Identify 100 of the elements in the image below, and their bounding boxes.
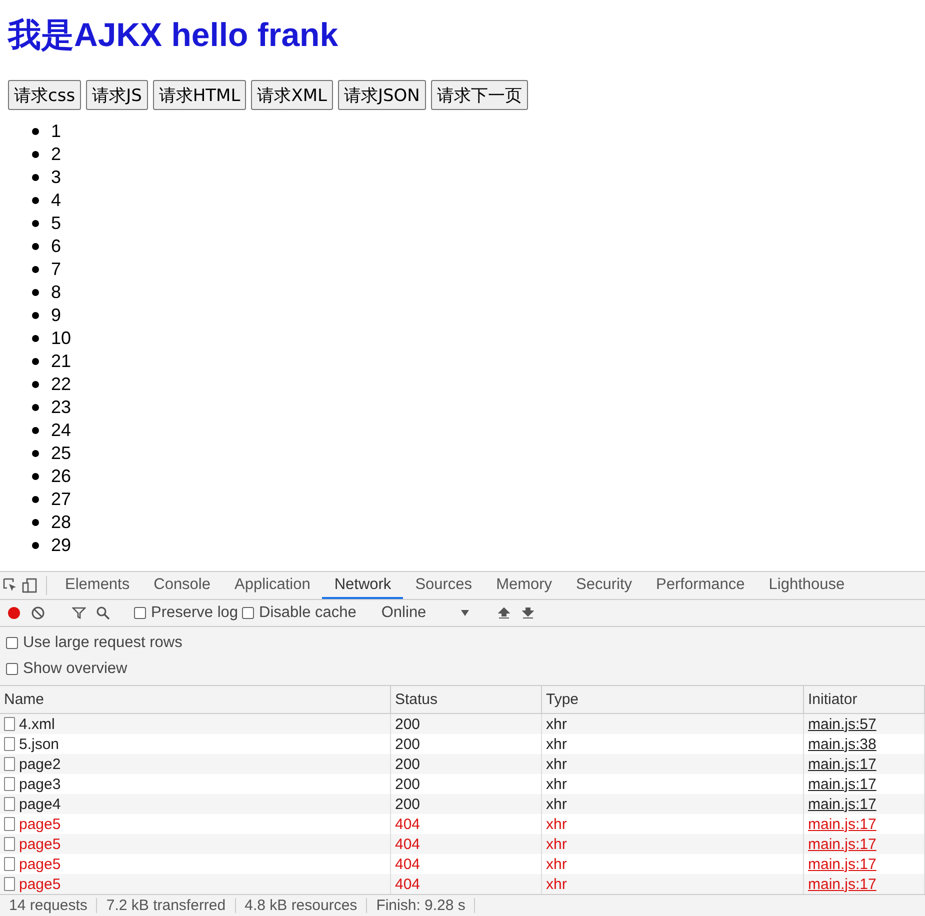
file-icon (4, 797, 15, 811)
status-code: 200 (395, 776, 420, 792)
status-summary: 7.2 kB transferred (97, 898, 236, 913)
initiator-link[interactable]: main.js:57 (808, 716, 876, 732)
column-header[interactable]: Initiator (804, 686, 925, 713)
bullet-icon (32, 289, 39, 296)
status-code: 200 (395, 716, 420, 732)
request-type: xhr (546, 836, 567, 852)
devtools-tab[interactable]: Application (222, 572, 322, 599)
list-item: 29 (51, 535, 72, 556)
initiator-link[interactable]: main.js:17 (808, 816, 876, 832)
bullet-icon (32, 312, 39, 319)
devtools-tab[interactable]: Sources (403, 572, 484, 599)
list-item: 27 (51, 489, 72, 510)
devtools-tab[interactable]: Lighthouse (756, 572, 857, 599)
list-item: 26 (51, 466, 72, 487)
request-button[interactable]: 请求下一页 (430, 80, 528, 110)
list-item: 5 (51, 213, 62, 234)
devtools-tab[interactable]: Security (564, 572, 644, 599)
file-icon (4, 877, 15, 891)
request-type: xhr (546, 716, 567, 732)
request-type: xhr (546, 856, 567, 872)
status-code: 404 (395, 816, 420, 832)
list-item: 4 (51, 190, 62, 211)
bullet-icon (32, 174, 39, 181)
devtools-tab[interactable]: Memory (484, 572, 564, 599)
list-item: 23 (51, 397, 72, 418)
list-item: 22 (51, 374, 72, 395)
request-name[interactable]: page2 (19, 756, 61, 772)
request-type: xhr (546, 756, 567, 772)
request-name[interactable]: page5 (19, 836, 61, 852)
request-name[interactable]: page5 (19, 876, 61, 892)
column-header[interactable]: Type (542, 686, 804, 713)
file-icon (4, 817, 15, 831)
bullet-icon (32, 519, 39, 526)
option-checkbox[interactable]: Show overview (6, 660, 128, 678)
request-type: xhr (546, 796, 567, 812)
list-item: 2 (51, 144, 62, 165)
initiator-link[interactable]: main.js:17 (808, 776, 876, 792)
list-item: 9 (51, 305, 62, 326)
request-name[interactable]: page3 (19, 776, 61, 792)
status-code: 200 (395, 756, 420, 772)
status-summary: Finish: 9.28 s (367, 898, 476, 913)
caret-icon[interactable] (461, 610, 470, 616)
filter-icon[interactable] (69, 606, 89, 620)
bullet-icon (32, 450, 39, 457)
column-header[interactable]: Name (0, 686, 391, 713)
file-icon (4, 757, 15, 771)
request-button[interactable]: 请求XML (251, 80, 333, 110)
bullet-icon (32, 151, 39, 158)
devtools-tab[interactable]: Performance (644, 572, 757, 599)
status-code: 404 (395, 876, 420, 892)
request-name[interactable]: page5 (19, 856, 61, 872)
bullet-icon (32, 473, 39, 480)
devtools-tab[interactable]: Elements (53, 572, 142, 599)
throttling-dropdown[interactable]: Online (377, 604, 474, 622)
status-code: 404 (395, 856, 420, 872)
status-summary: 4.8 kB resources (236, 898, 368, 913)
request-button[interactable]: 请求css (8, 80, 82, 110)
list-item: 6 (51, 236, 62, 257)
list-item: 1 (51, 121, 62, 142)
bullet-icon (32, 197, 39, 204)
request-name[interactable]: 4.xml (19, 716, 55, 732)
request-button[interactable]: 请求JS (86, 80, 148, 110)
request-type: xhr (546, 776, 567, 792)
request-button[interactable]: 请求HTML (152, 80, 246, 110)
request-type: xhr (546, 816, 567, 832)
initiator-link[interactable]: main.js:17 (808, 756, 876, 772)
request-name[interactable]: page5 (19, 816, 61, 832)
disable-cache-checkbox[interactable]: Disable cache (242, 604, 356, 622)
request-name[interactable]: page4 (19, 796, 61, 812)
list-item: 3 (51, 167, 62, 188)
list-item: 7 (51, 259, 62, 280)
initiator-link[interactable]: main.js:38 (808, 736, 876, 752)
bullet-icon (32, 335, 39, 342)
bullet-icon (32, 128, 39, 135)
list-item: 25 (51, 443, 72, 464)
preserve-log-checkbox[interactable]: Preserve log (134, 604, 238, 622)
initiator-link[interactable]: main.js:17 (808, 856, 876, 872)
bullet-icon (32, 496, 39, 503)
initiator-link[interactable]: main.js:17 (808, 876, 876, 892)
initiator-link[interactable]: main.js:17 (808, 796, 876, 812)
initiator-link[interactable]: main.js:17 (808, 836, 876, 852)
status-summary: 14 requests (0, 898, 98, 913)
list-item: 8 (51, 282, 62, 303)
bullet-icon (32, 427, 39, 434)
list-item: 28 (51, 512, 72, 533)
request-name[interactable]: 5.json (19, 736, 60, 752)
file-icon (4, 717, 15, 731)
option-checkbox[interactable]: Use large request rows (6, 634, 182, 652)
devtools-tab[interactable]: Console (142, 572, 222, 599)
request-type: xhr (546, 876, 567, 892)
file-icon (4, 837, 15, 851)
devtools-tab[interactable]: Network (322, 572, 404, 599)
file-icon (4, 857, 15, 871)
page-heading: 我是AJKX hello frank (8, 15, 340, 55)
column-header[interactable]: Status (391, 686, 542, 713)
bullet-icon (32, 542, 39, 549)
status-code: 404 (395, 836, 420, 852)
request-button[interactable]: 请求JSON (338, 80, 426, 110)
